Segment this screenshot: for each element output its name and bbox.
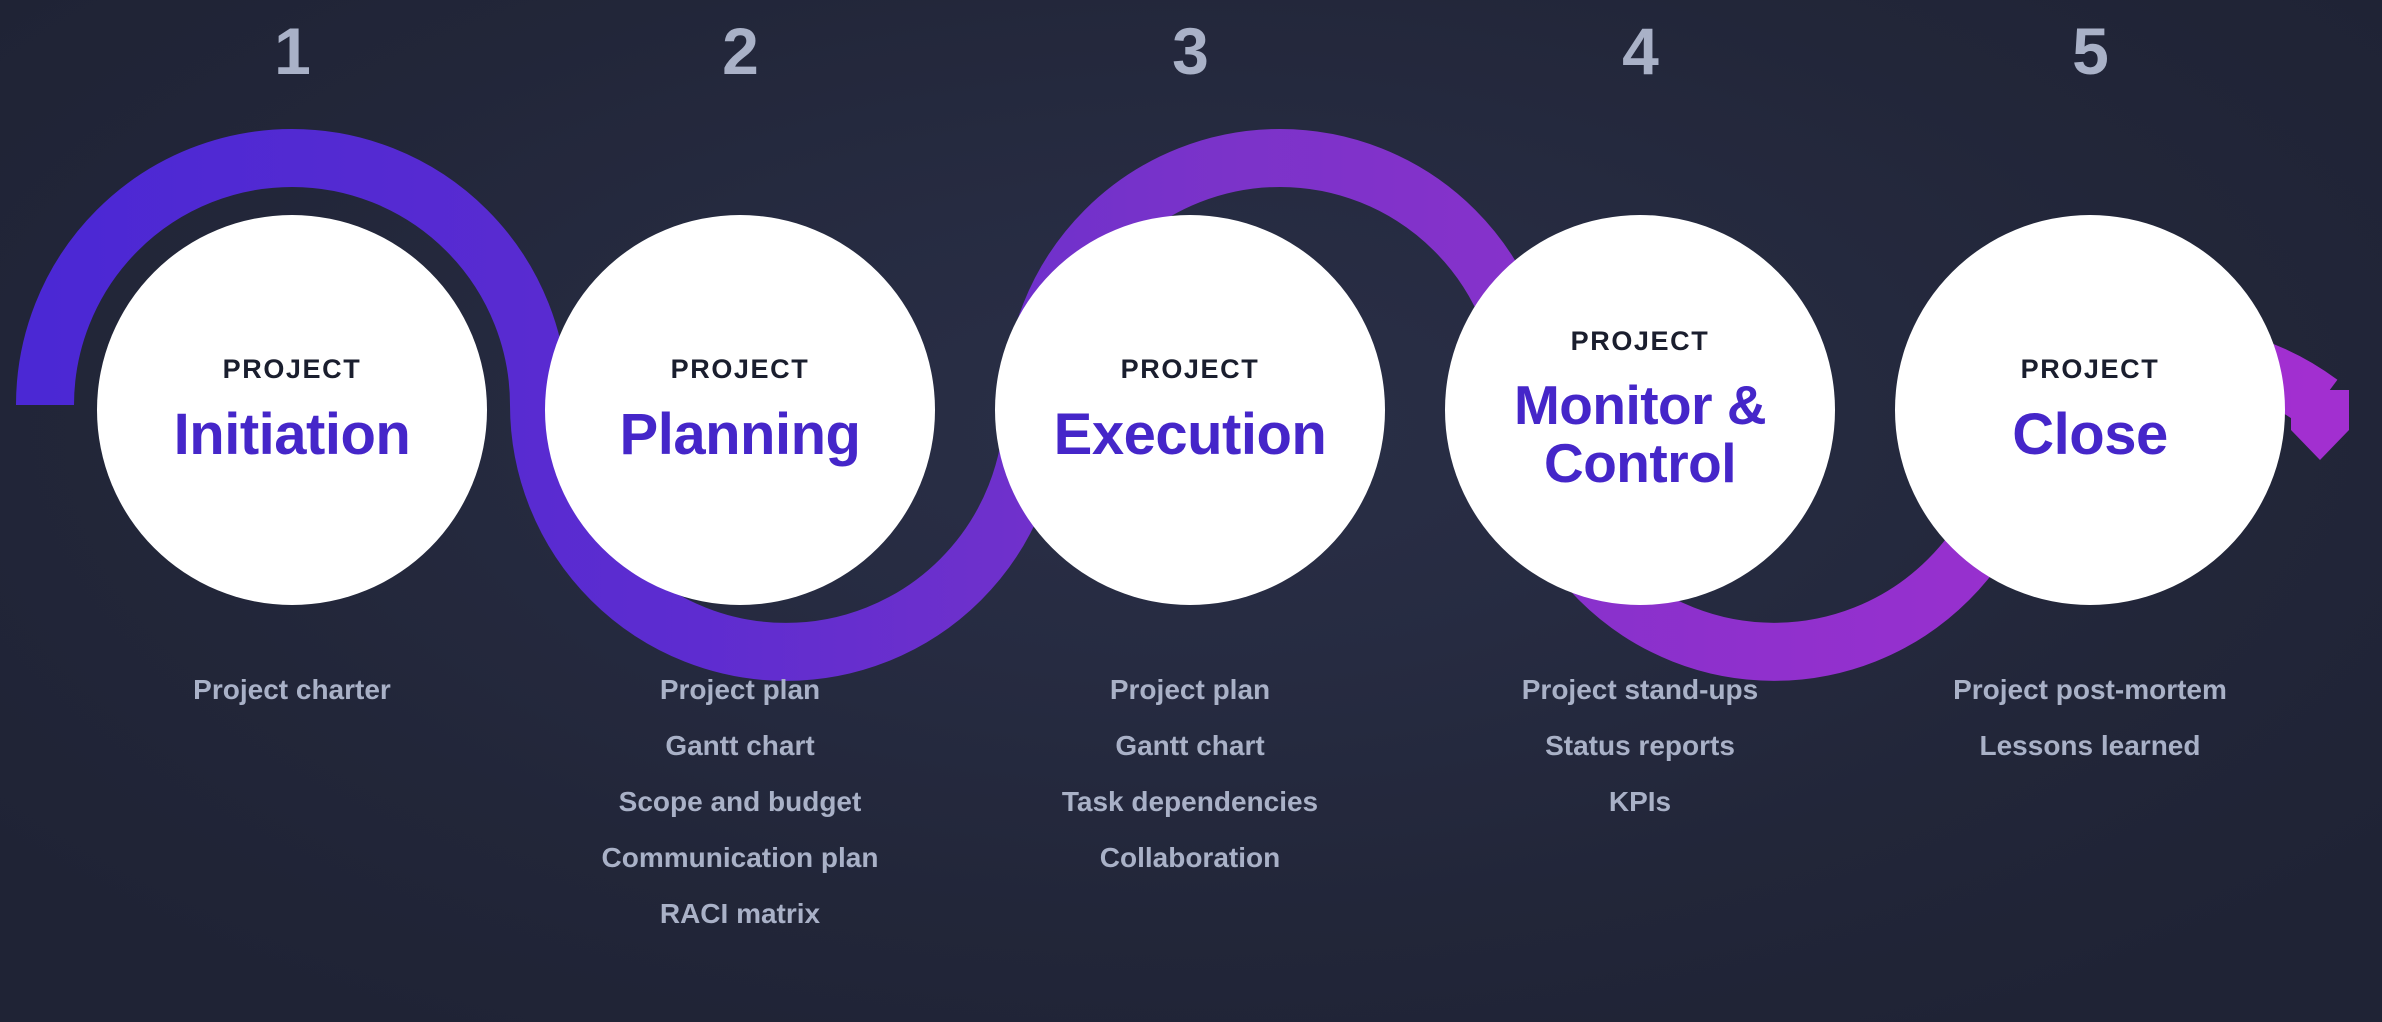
- deliverable-item: Project plan: [1109, 674, 1271, 705]
- deliverable-item: Status reports: [1545, 730, 1735, 761]
- circle-eyebrow-3: PROJECT: [1120, 353, 1260, 384]
- infographic-canvas: 1 2 3 4 5 PROJECT Initiation PROJECT Pla…: [0, 0, 2382, 1022]
- circle-title-4: Monitor & Control: [1513, 373, 1767, 494]
- deliverables-planning: Project plan Gantt chart Scope and budget C…: [520, 676, 960, 956]
- deliverable-item: Scope and budget: [618, 786, 862, 817]
- circle-eyebrow-2: PROJECT: [670, 353, 810, 384]
- circle-eyebrow-5: PROJECT: [2020, 353, 2160, 384]
- deliverable-item: Collaboration: [1099, 842, 1281, 873]
- deliverable-item: Lessons learned: [1979, 730, 2201, 761]
- circle-eyebrow-4: PROJECT: [1570, 325, 1710, 356]
- circle-title-2: Planning: [619, 401, 861, 467]
- phase-circle-execution[interactable]: PROJECT Execution: [995, 215, 1385, 605]
- deliverable-item: Task dependencies: [1061, 786, 1319, 817]
- deliverable-item: Gantt chart: [1115, 730, 1265, 761]
- deliverable-item: Project stand-ups: [1521, 674, 1759, 705]
- deliverable-item: Project charter: [193, 674, 391, 705]
- deliverables-close: Project post-mortem Lessons learned: [1870, 676, 2310, 788]
- deliverables-initiation: Project charter: [72, 676, 512, 732]
- deliverable-item: Project plan: [659, 674, 821, 705]
- circle-title-3: Execution: [1053, 401, 1327, 467]
- deliverable-item: KPIs: [1608, 786, 1672, 817]
- deliverable-item: RACI matrix: [659, 898, 821, 929]
- deliverable-item: Gantt chart: [665, 730, 815, 761]
- phase-circle-planning[interactable]: PROJECT Planning: [545, 215, 935, 605]
- deliverable-item: Communication plan: [601, 842, 879, 873]
- deliverables-monitor-control: Project stand-ups Status reports KPIs: [1420, 676, 1860, 844]
- circle-title-1: Initiation: [173, 401, 411, 467]
- phase-circle-monitor-control[interactable]: PROJECT Monitor & Control: [1445, 215, 1835, 605]
- circle-eyebrow-1: PROJECT: [222, 353, 362, 384]
- circle-title-5: Close: [2012, 401, 2168, 467]
- phase-circle-close[interactable]: PROJECT Close: [1895, 215, 2285, 605]
- deliverables-execution: Project plan Gantt chart Task dependencies…: [970, 676, 1410, 900]
- deliverable-item: Project post-mortem: [1953, 674, 2227, 705]
- phase-circle-initiation[interactable]: PROJECT Initiation: [97, 215, 487, 605]
